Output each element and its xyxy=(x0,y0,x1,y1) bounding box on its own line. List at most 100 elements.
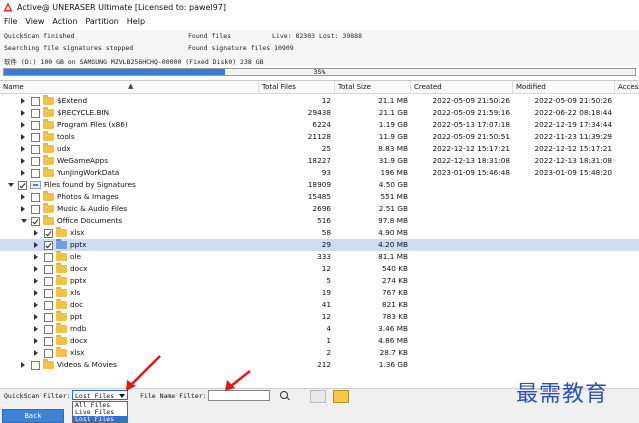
table-row[interactable]: doc 41 821 KB xyxy=(0,299,639,311)
collapsed-icon[interactable] xyxy=(34,266,38,272)
menu-partition[interactable]: Partition xyxy=(85,17,118,26)
collapsed-icon[interactable] xyxy=(34,278,38,284)
row-name: xlsx xyxy=(70,348,85,357)
collapsed-icon[interactable] xyxy=(21,170,25,176)
row-created: 2022-12-13 18:31:08 xyxy=(432,156,511,165)
table-row[interactable]: xlsx 58 4.90 MB xyxy=(0,227,639,239)
row-checkbox[interactable] xyxy=(31,109,40,118)
expanded-icon[interactable] xyxy=(8,183,14,187)
table-row[interactable]: tools 21128 11.9 GB 2022-05-09 21:50:51 2022… xyxy=(0,131,639,143)
row-checkbox[interactable] xyxy=(31,169,40,178)
row-checkbox[interactable] xyxy=(31,121,40,130)
column-total-files[interactable]: Total Files xyxy=(258,81,334,93)
collapsed-icon[interactable] xyxy=(21,158,25,164)
menu-file[interactable]: File xyxy=(4,17,17,26)
table-row[interactable]: Photos & Images 15485 551 MB xyxy=(0,191,639,203)
row-created xyxy=(410,275,510,287)
column-modified[interactable]: Modified xyxy=(512,81,614,93)
row-checkbox[interactable] xyxy=(31,217,40,226)
row-total-files: 18909 xyxy=(307,180,331,189)
table-row[interactable]: $Extend 12 21.1 MB 2022-05-09 21:50:26 2022-… xyxy=(0,95,639,107)
collapsed-icon[interactable] xyxy=(34,314,38,320)
filename-filter-input[interactable] xyxy=(208,390,270,401)
row-checkbox[interactable] xyxy=(44,301,53,310)
row-checkbox[interactable] xyxy=(44,253,53,262)
collapsed-icon[interactable] xyxy=(34,350,38,356)
row-checkbox[interactable] xyxy=(31,361,40,370)
collapsed-icon[interactable] xyxy=(34,254,38,260)
row-checkbox[interactable] xyxy=(31,193,40,202)
menu-view[interactable]: View xyxy=(25,17,44,26)
row-checkbox[interactable] xyxy=(44,349,53,358)
row-checkbox[interactable] xyxy=(31,133,40,142)
table-row[interactable]: Videos & Movies 212 1.36 GB xyxy=(0,359,639,371)
folder-icon xyxy=(43,191,54,201)
table-row[interactable]: pptx 29 4.20 MB xyxy=(0,239,639,251)
row-checkbox[interactable] xyxy=(31,145,40,154)
collapsed-icon[interactable] xyxy=(21,134,25,140)
row-checkbox[interactable] xyxy=(44,229,53,238)
collapsed-icon[interactable] xyxy=(21,122,25,128)
collapsed-icon[interactable] xyxy=(34,302,38,308)
row-total-files: 12 xyxy=(321,96,331,105)
collapsed-icon[interactable] xyxy=(21,110,25,116)
search-icon[interactable] xyxy=(280,391,288,399)
row-total-files: 6224 xyxy=(312,120,331,129)
table-row[interactable]: pptx 5 274 KB xyxy=(0,275,639,287)
collapsed-icon[interactable] xyxy=(21,194,25,200)
row-total-size: 1.19 GB xyxy=(378,120,408,129)
menu-action[interactable]: Action xyxy=(52,17,77,26)
collapsed-icon[interactable] xyxy=(21,146,25,152)
status-found-signatures: Found signature files 10909 xyxy=(188,44,294,52)
quickscan-filter-select[interactable]: Lost Files xyxy=(72,390,128,400)
row-checkbox[interactable] xyxy=(31,157,40,166)
row-checkbox[interactable] xyxy=(31,205,40,214)
table-row[interactable]: xls 19 767 KB xyxy=(0,287,639,299)
row-total-size: 11.9 GB xyxy=(378,132,408,141)
table-row[interactable]: udx 25 8.83 MB 2022-12-12 15:17:21 2022-12-1… xyxy=(0,143,639,155)
watermark-text: 最需教育 xyxy=(516,382,609,407)
table-row[interactable]: Files found by Signatures 18909 4.50 GB xyxy=(0,179,639,191)
table-row[interactable]: Office Documents 516 97.8 MB xyxy=(0,215,639,227)
column-accessed[interactable]: Access xyxy=(614,81,639,93)
row-checkbox[interactable] xyxy=(44,241,53,250)
table-row[interactable]: WeGameApps 18227 31.9 GB 2022-12-13 18:31:0… xyxy=(0,155,639,167)
collapsed-icon[interactable] xyxy=(21,206,25,212)
row-name: $RECYCLE.BIN xyxy=(57,108,110,117)
table-row[interactable]: xlsx 2 28.7 KB xyxy=(0,347,639,359)
row-checkbox[interactable] xyxy=(44,277,53,286)
table-row[interactable]: mdb 4 3.46 MB xyxy=(0,323,639,335)
collapsed-icon[interactable] xyxy=(34,230,38,236)
row-checkbox[interactable] xyxy=(44,265,53,274)
folder-filter-icon[interactable] xyxy=(333,390,349,403)
row-checkbox[interactable] xyxy=(18,181,27,190)
row-checkbox[interactable] xyxy=(31,97,40,106)
collapsed-icon[interactable] xyxy=(34,242,38,248)
folder-icon xyxy=(56,287,67,297)
table-row[interactable]: YunJingWorkData 93 196 MB 2023-01-09 15:46:… xyxy=(0,167,639,179)
table-row[interactable]: ppt 12 783 KB xyxy=(0,311,639,323)
table-row[interactable]: Music & Audio Files 2696 2.51 GB xyxy=(0,203,639,215)
row-created: 2022-12-12 15:17:21 xyxy=(432,144,511,153)
collapsed-icon[interactable] xyxy=(21,98,25,104)
column-created[interactable]: Created xyxy=(410,81,512,93)
menu-help[interactable]: Help xyxy=(127,17,145,26)
row-checkbox[interactable] xyxy=(44,289,53,298)
expanded-icon[interactable] xyxy=(21,219,27,223)
row-checkbox[interactable] xyxy=(44,313,53,322)
collapsed-icon[interactable] xyxy=(34,326,38,332)
column-total-size[interactable]: Total Size xyxy=(334,81,410,93)
back-button[interactable]: Back xyxy=(2,409,64,423)
clear-filter-icon[interactable] xyxy=(310,390,326,403)
table-row[interactable]: Program Files (x86) 6224 1.19 GB 2022-05-13… xyxy=(0,119,639,131)
row-checkbox[interactable] xyxy=(44,337,53,346)
table-row[interactable]: ole 333 81.1 MB xyxy=(0,251,639,263)
collapsed-icon[interactable] xyxy=(34,338,38,344)
table-row[interactable]: $RECYCLE.BIN 29438 21.1 GB 2022-05-09 21:59… xyxy=(0,107,639,119)
table-row[interactable]: docx 1 4.86 MB xyxy=(0,335,639,347)
collapsed-icon[interactable] xyxy=(21,362,25,368)
table-row[interactable]: docx 12 540 KB xyxy=(0,263,639,275)
row-total-files: 212 xyxy=(317,360,331,369)
row-checkbox[interactable] xyxy=(44,325,53,334)
collapsed-icon[interactable] xyxy=(34,290,38,296)
